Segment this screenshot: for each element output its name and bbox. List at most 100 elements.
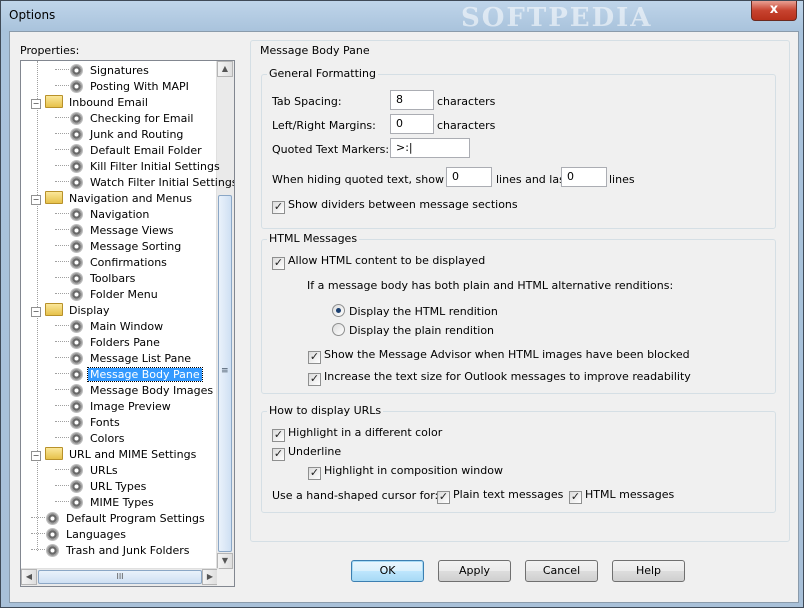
collapse-icon[interactable]: − [31, 451, 41, 461]
checkbox-icon: ✓ [272, 447, 285, 461]
radio-html-label: Display the HTML rendition [349, 305, 498, 318]
margins-label: Left/Right Margins: [272, 119, 376, 132]
tree-item[interactable]: Default Program Settings [31, 511, 207, 527]
tree-item[interactable]: Default Email Folder [55, 143, 204, 159]
folder-icon [45, 95, 63, 108]
tree-item[interactable]: Message List Pane [55, 351, 193, 367]
tree-item[interactable]: Languages [31, 527, 128, 543]
tree-horizontal-scrollbar[interactable]: ◀ III ▶ [21, 568, 219, 586]
tree-item[interactable]: Kill Filter Initial Settings [55, 159, 222, 175]
tree-item-label: MIME Types [90, 496, 154, 509]
both-renditions-label: If a message body has both plain and HTM… [307, 279, 674, 292]
scroll-down-icon[interactable]: ▼ [217, 553, 233, 569]
gear-icon [71, 177, 82, 188]
tree-item[interactable]: Message Body Pane [55, 367, 203, 383]
scroll-up-icon[interactable]: ▲ [217, 61, 233, 77]
apply-button[interactable]: Apply [438, 560, 511, 582]
html-messages-checkbox[interactable]: ✓ HTML messages [569, 488, 674, 504]
tree-item[interactable]: − Inbound Email [31, 95, 150, 111]
tree-branch-line [55, 165, 69, 166]
title-bar[interactable]: Options SOFTPEDIA x [1, 1, 803, 33]
tree-item[interactable]: Watch Filter Initial Settings [55, 175, 234, 191]
tree-branch-line [55, 389, 69, 390]
tree-item[interactable]: Posting With MAPI [55, 79, 191, 95]
help-button[interactable]: Help [612, 560, 685, 582]
tree-item[interactable]: Trash and Junk Folders [31, 543, 192, 559]
hiding-prefix-label: When hiding quoted text, show first [272, 173, 469, 186]
scroll-left-icon[interactable]: ◀ [21, 569, 37, 585]
tree-item[interactable]: URL Types [55, 479, 148, 495]
folder-icon [45, 191, 63, 204]
watermark: SOFTPEDIA [461, 3, 653, 33]
tree-item[interactable]: Message Views [55, 223, 176, 239]
tree-item[interactable]: Main Window [55, 319, 165, 335]
tree-item[interactable]: Signatures [55, 63, 151, 79]
options-window: Options SOFTPEDIA x Properties: ▲ ≡ ▼ ◀ … [0, 0, 804, 608]
hiding-suffix-label: lines [609, 173, 635, 186]
composition-window-checkbox[interactable]: ✓ Highlight in composition window [308, 464, 503, 480]
plain-text-messages-checkbox[interactable]: ✓ Plain text messages [437, 488, 563, 504]
margins-input[interactable]: 0 [390, 114, 434, 134]
underline-checkbox[interactable]: ✓ Underline [272, 445, 341, 461]
gear-icon [71, 337, 82, 348]
tree-item[interactable]: Folder Menu [55, 287, 160, 303]
highlight-color-label: Highlight in a different color [288, 426, 443, 439]
cancel-button[interactable]: Cancel [525, 560, 598, 582]
show-dividers-checkbox[interactable]: ✓ Show dividers between message sections [272, 198, 518, 214]
tree-item[interactable]: − URL and MIME Settings [31, 447, 198, 463]
highlight-color-checkbox[interactable]: ✓ Highlight in a different color [272, 426, 442, 442]
tree-item[interactable]: MIME Types [55, 495, 156, 511]
tree-item-label: Folder Menu [90, 288, 158, 301]
collapse-icon[interactable]: − [31, 307, 41, 317]
grip-icon: ≡ [221, 366, 229, 376]
tree-item[interactable]: URLs [55, 463, 120, 479]
html-messages-label: HTML messages [585, 488, 675, 501]
tree-item[interactable]: − Navigation and Menus [31, 191, 194, 207]
properties-tree[interactable]: ▲ ≡ ▼ ◀ III ▶ Signatures Posting With MAP… [20, 60, 235, 587]
scroll-corner [217, 569, 234, 586]
allow-html-checkbox[interactable]: ✓ Allow HTML content to be displayed [272, 254, 485, 270]
first-lines-input[interactable]: 0 [446, 167, 492, 187]
scroll-right-icon[interactable]: ▶ [202, 569, 218, 585]
radio-plain-rendition[interactable]: Display the plain rendition [332, 323, 494, 337]
tree-vertical-scrollbar[interactable]: ▲ ≡ ▼ [216, 61, 234, 569]
close-button[interactable]: x [751, 1, 797, 21]
checkbox-icon: ✓ [569, 490, 582, 504]
hand-cursor-label: Use a hand-shaped cursor for: [272, 489, 439, 502]
tree-item[interactable]: Checking for Email [55, 111, 196, 127]
collapse-icon[interactable]: − [31, 195, 41, 205]
scroll-thumb[interactable]: ≡ [218, 195, 232, 552]
gear-icon [71, 257, 82, 268]
radio-html-rendition[interactable]: Display the HTML rendition [332, 304, 498, 318]
tree-branch-line [55, 469, 69, 470]
tree-item[interactable]: Fonts [55, 415, 122, 431]
tree-item[interactable]: Toolbars [55, 271, 137, 287]
hscroll-thumb[interactable]: III [38, 570, 202, 584]
tree-item-label: Kill Filter Initial Settings [90, 160, 220, 173]
tree-item[interactable]: Navigation [55, 207, 151, 223]
quoted-markers-input[interactable]: >:| [390, 138, 470, 158]
last-lines-input[interactable]: 0 [561, 167, 607, 187]
gear-icon [71, 65, 82, 76]
tree-item[interactable]: Confirmations [55, 255, 169, 271]
tree-branch-line [55, 117, 69, 118]
ok-button[interactable]: OK [351, 560, 424, 582]
tree-item[interactable]: Message Sorting [55, 239, 183, 255]
tree-item[interactable]: − Display [31, 303, 112, 319]
tree-item-label: Image Preview [90, 400, 171, 413]
increase-text-checkbox[interactable]: ✓ Increase the text size for Outlook mess… [308, 370, 691, 386]
radio-unselected-icon [332, 323, 345, 336]
tree-item[interactable]: Message Body Images [55, 383, 215, 399]
margins-unit: characters [437, 119, 496, 132]
tree-item[interactable]: Image Preview [55, 399, 173, 415]
tree-item[interactable]: Colors [55, 431, 126, 447]
tab-spacing-input[interactable]: 8 [390, 90, 434, 110]
tree-item-label: Toolbars [90, 272, 136, 285]
tree-item[interactable]: Junk and Routing [55, 127, 185, 143]
collapse-icon[interactable]: − [31, 99, 41, 109]
tree-item[interactable]: Folders Pane [55, 335, 162, 351]
message-advisor-checkbox[interactable]: ✓ Show the Message Advisor when HTML imag… [308, 348, 690, 364]
tree-item-label: Default Email Folder [90, 144, 202, 157]
checkbox-icon: ✓ [272, 428, 285, 442]
gear-icon [71, 385, 82, 396]
